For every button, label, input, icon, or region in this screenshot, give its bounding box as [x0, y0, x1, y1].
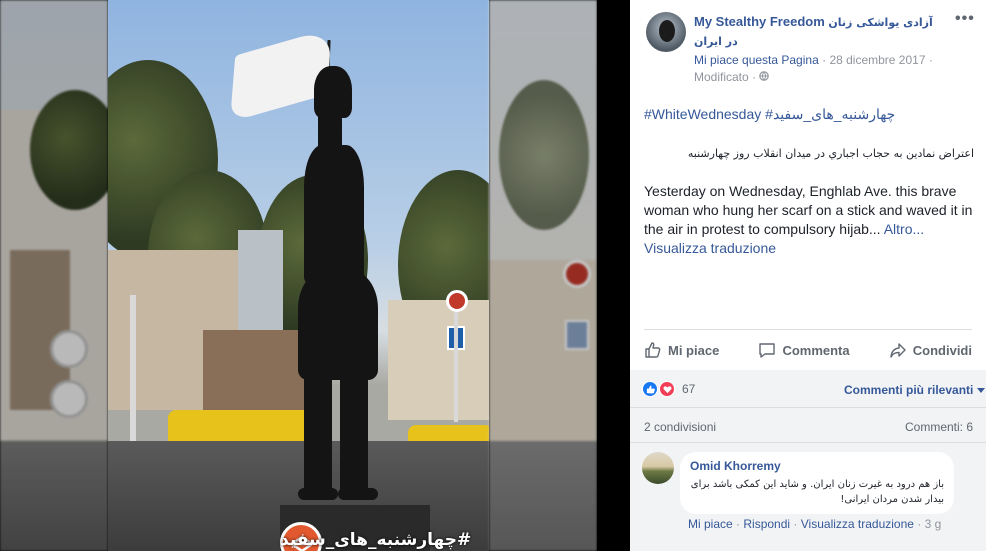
share-label: Condividi	[912, 342, 972, 358]
post-date[interactable]: 28 dicembre 2017	[829, 53, 925, 67]
divider	[630, 407, 986, 408]
commenter-name[interactable]: Omid Khorremy	[690, 459, 944, 473]
meta-separator: ·	[928, 53, 933, 67]
photo-letterbox	[597, 0, 630, 551]
globe-icon	[759, 70, 770, 84]
comment-button[interactable]: Commenta	[758, 338, 850, 362]
post-meta: Mi piace questa Pagina · 28 dicembre 201…	[694, 52, 964, 86]
like-label: Mi piace	[668, 342, 720, 358]
divider	[630, 442, 986, 443]
comment-text: باز هم درود به غیرت زنان ایران. و شاید ا…	[690, 479, 944, 505]
sort-label: Commenti più rilevanti	[844, 383, 974, 397]
photo-hashtag-overlay: #چهارشنبه_های_سفید	[280, 530, 472, 550]
post-hashtags[interactable]: #WhiteWednesday #چهارشنبه_های_سفید	[644, 105, 974, 124]
see-translation-link[interactable]: Visualizza traduzione	[644, 239, 974, 258]
comments-count[interactable]: Commenti: 6	[905, 420, 973, 434]
share-icon	[889, 341, 907, 359]
photo-main	[108, 0, 489, 551]
shares-count[interactable]: 2 condivisioni	[644, 420, 716, 434]
comments-sort-dropdown[interactable]: Commenti più rilevanti	[844, 383, 985, 397]
share-button[interactable]: Condividi	[889, 338, 972, 362]
post-text-en-block: Yesterday on Wednesday, Enghlab Ave. thi…	[644, 182, 974, 239]
post-photo[interactable]: #چهارشنبه_های_سفید	[0, 0, 630, 551]
comment-translate-link[interactable]: Visualizza traduzione	[801, 517, 914, 531]
comment-bubble: Omid Khorremy باز هم درود به غیرت زنان ا…	[680, 452, 954, 514]
comment-actions: Mi piace · Rispondi · Visualizza traduzi…	[688, 517, 941, 531]
comment-label: Commenta	[782, 342, 850, 358]
commenter-avatar[interactable]	[642, 452, 674, 484]
page-name-en[interactable]: My Stealthy Freedom	[694, 14, 825, 29]
thumbs-up-icon	[644, 341, 662, 359]
see-more-link[interactable]: Altro...	[884, 221, 924, 237]
comment-action-separator: ·	[917, 517, 925, 531]
post-body: #WhiteWednesday #چهارشنبه_های_سفید اعترا…	[644, 105, 974, 258]
edited-label[interactable]: Modificato	[694, 70, 749, 84]
page-name[interactable]: My Stealthy Freedom آزادی یواشکی زنان در…	[694, 13, 944, 51]
comment-action-separator: ·	[793, 517, 801, 531]
comment-like-link[interactable]: Mi piace	[688, 517, 733, 531]
page-avatar[interactable]	[646, 12, 686, 52]
more-options-icon[interactable]: •••	[955, 10, 975, 28]
post-panel: My Stealthy Freedom آزادی یواشکی زنان در…	[630, 0, 986, 551]
love-reaction-icon	[659, 381, 675, 397]
photo-blur-left	[0, 0, 108, 551]
post-actions: Mi piace Commenta Condividi	[644, 338, 972, 362]
like-reaction-icon	[642, 381, 658, 397]
caret-down-icon	[976, 383, 985, 397]
post-text-fa: اعتراض نمادین به حجاب اجباري در میدان ان…	[687, 147, 974, 160]
comment-icon	[758, 341, 776, 359]
comment-time[interactable]: 3 g	[925, 517, 942, 531]
reactions-count[interactable]: 67	[682, 382, 695, 396]
photo-blur-right	[489, 0, 597, 551]
reactions-summary[interactable]: 67	[642, 381, 695, 397]
comment-reply-link[interactable]: Rispondi	[743, 517, 790, 531]
like-page-link[interactable]: Mi piace questa Pagina	[694, 53, 819, 67]
divider	[644, 329, 972, 330]
like-button[interactable]: Mi piace	[644, 338, 719, 362]
